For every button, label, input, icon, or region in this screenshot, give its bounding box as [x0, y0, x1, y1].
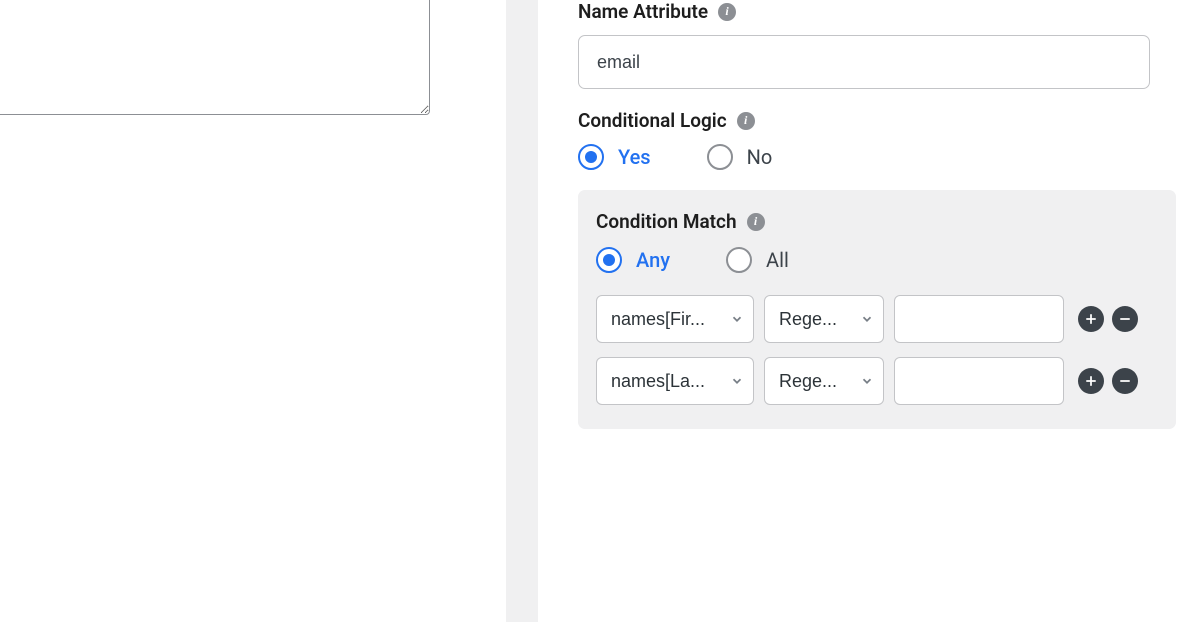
remove-condition-button[interactable] — [1112, 368, 1138, 394]
condition-operator-select[interactable]: Rege... — [764, 295, 884, 343]
add-condition-button[interactable] — [1078, 306, 1104, 332]
left-panel — [0, 0, 506, 622]
conditional-logic-section: Conditional Logic i Yes No — [578, 109, 1176, 170]
radio-label: Any — [636, 248, 670, 272]
name-attribute-label: Name Attribute — [578, 0, 708, 23]
radio-dot-icon — [726, 247, 752, 273]
panel-divider — [506, 0, 538, 622]
condition-operator-select[interactable]: Rege... — [764, 357, 884, 405]
condition-row: names[Fir... Rege... — [596, 295, 1158, 343]
info-icon[interactable]: i — [718, 3, 736, 21]
name-attribute-section: Name Attribute i — [578, 0, 1176, 89]
conditional-logic-no-radio[interactable]: No — [707, 144, 773, 170]
radio-dot-icon — [707, 144, 733, 170]
minus-icon — [1118, 374, 1132, 388]
conditional-logic-label: Conditional Logic — [578, 109, 727, 132]
radio-label: All — [766, 248, 789, 272]
radio-dot-icon — [596, 247, 622, 273]
condition-field-select[interactable]: names[Fir... — [596, 295, 754, 343]
condition-rows: names[Fir... Rege... — [596, 295, 1158, 405]
remove-condition-button[interactable] — [1112, 306, 1138, 332]
minus-icon — [1118, 312, 1132, 326]
condition-match-box: Condition Match i Any All na — [578, 190, 1176, 429]
condition-value-input[interactable] — [894, 357, 1064, 405]
radio-label: Yes — [618, 145, 651, 169]
condition-value-input[interactable] — [894, 295, 1064, 343]
info-icon[interactable]: i — [747, 213, 765, 231]
name-attribute-input[interactable] — [578, 35, 1150, 89]
info-icon[interactable]: i — [737, 112, 755, 130]
radio-dot-icon — [578, 144, 604, 170]
condition-field-select[interactable]: names[La... — [596, 357, 754, 405]
conditional-logic-yes-radio[interactable]: Yes — [578, 144, 651, 170]
add-condition-button[interactable] — [1078, 368, 1104, 394]
condition-row: names[La... Rege... — [596, 357, 1158, 405]
radio-label: No — [747, 145, 773, 169]
condition-match-any-radio[interactable]: Any — [596, 247, 670, 273]
condition-match-all-radio[interactable]: All — [726, 247, 789, 273]
plus-icon — [1084, 374, 1098, 388]
left-textarea[interactable] — [0, 0, 430, 115]
plus-icon — [1084, 312, 1098, 326]
condition-match-label: Condition Match — [596, 210, 737, 233]
settings-panel: Name Attribute i Conditional Logic i Yes… — [538, 0, 1200, 622]
